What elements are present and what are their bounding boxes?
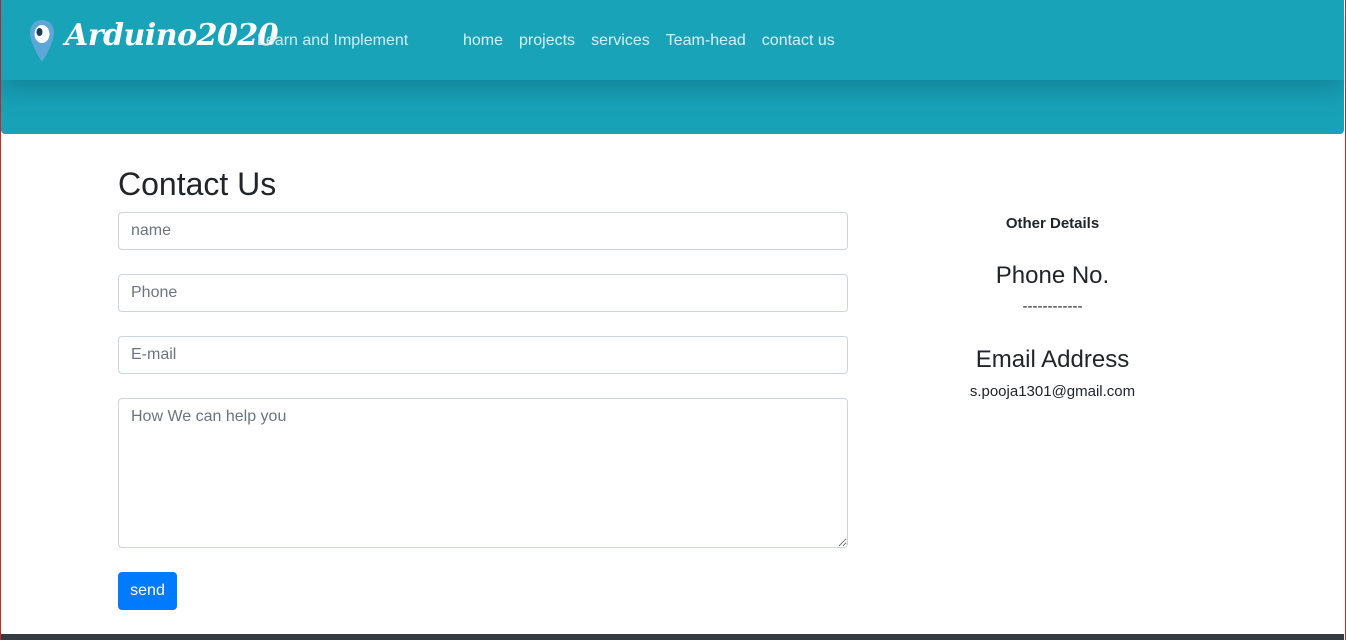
nav-item-home[interactable]: home bbox=[463, 32, 503, 50]
other-details-title: Other Details bbox=[1005, 215, 1100, 232]
phone-input[interactable] bbox=[118, 274, 848, 312]
email-input[interactable] bbox=[118, 336, 848, 374]
page-frame: Arduino2020 Learn and Implement home pro… bbox=[0, 0, 1346, 640]
nav-links: home projects services Team-head contact… bbox=[463, 32, 835, 50]
brand-logo[interactable]: Arduino2020 bbox=[65, 18, 279, 53]
footer-edge bbox=[1, 634, 1344, 640]
nav-item-services[interactable]: services bbox=[591, 32, 650, 50]
nav-item-contact-us[interactable]: contact us bbox=[762, 32, 835, 50]
brand-tagline: Learn and Implement bbox=[257, 32, 409, 49]
nav-item-projects[interactable]: projects bbox=[519, 32, 575, 50]
send-button[interactable]: send bbox=[118, 572, 177, 610]
page-title: Contact Us bbox=[118, 166, 277, 202]
email-heading: Email Address bbox=[975, 346, 1130, 373]
email-value: s.pooja1301@gmail.com bbox=[969, 383, 1136, 400]
site-header: Arduino2020 Learn and Implement home pro… bbox=[1, 0, 1344, 134]
nav-item-team-head[interactable]: Team-head bbox=[666, 32, 746, 50]
phone-heading: Phone No. bbox=[995, 262, 1110, 289]
phone-value: ------------ bbox=[1022, 298, 1083, 315]
navbar: Arduino2020 Learn and Implement home pro… bbox=[1, 0, 1344, 80]
name-input[interactable] bbox=[118, 212, 848, 250]
map-pin-icon[interactable] bbox=[29, 18, 55, 64]
message-textarea[interactable] bbox=[118, 398, 848, 548]
